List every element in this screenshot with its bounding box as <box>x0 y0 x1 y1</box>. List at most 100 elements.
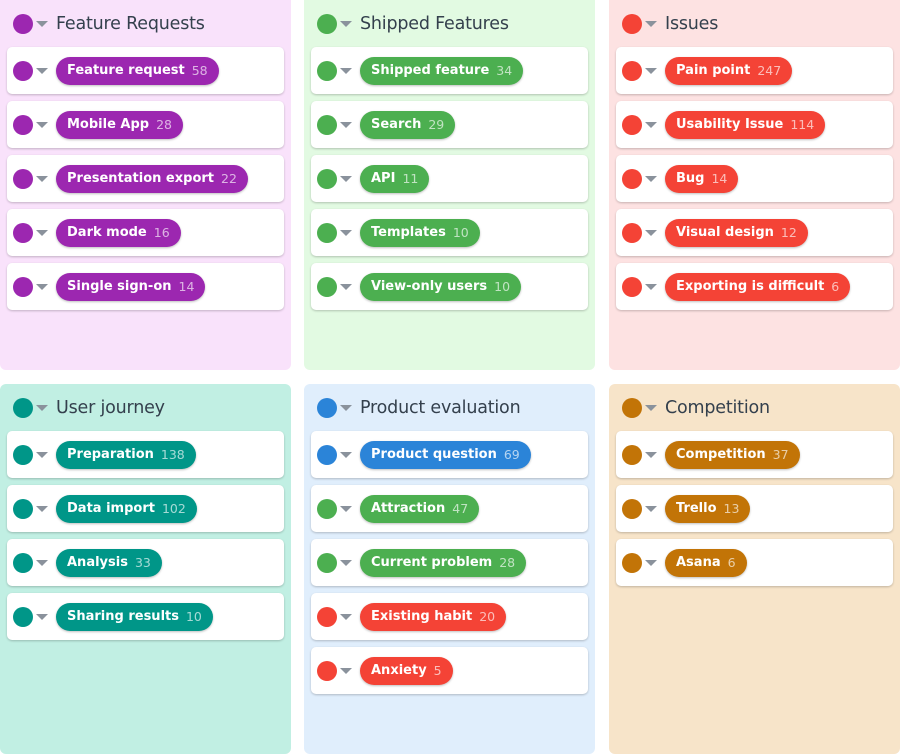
tag-card[interactable]: Analysis 33 <box>7 539 284 586</box>
tag-pill[interactable]: Presentation export 22 <box>56 164 248 193</box>
tag-card[interactable]: Usability Issue 114 <box>616 101 893 148</box>
caret-down-icon[interactable] <box>36 283 48 290</box>
tag-color-dot-icon[interactable] <box>13 552 33 573</box>
tag-pill[interactable]: Attraction 47 <box>360 494 480 523</box>
tag-pill[interactable]: Pain point 247 <box>665 56 793 85</box>
caret-down-icon[interactable] <box>340 121 352 128</box>
tag-card[interactable]: Current problem 28 <box>311 539 588 586</box>
tag-color-dot-icon[interactable] <box>622 552 642 573</box>
tag-color-dot-icon[interactable] <box>317 276 337 297</box>
group-title[interactable]: Competition <box>665 398 770 418</box>
tag-color-dot-icon[interactable] <box>622 276 642 297</box>
caret-down-icon[interactable] <box>340 175 352 182</box>
tag-card[interactable]: Preparation 138 <box>7 431 284 478</box>
tag-pill[interactable]: Trello 13 <box>665 494 751 523</box>
group-color-dot-icon[interactable] <box>622 13 642 34</box>
caret-down-icon[interactable] <box>645 505 657 512</box>
caret-down-icon[interactable] <box>36 451 48 458</box>
caret-down-icon[interactable] <box>36 404 48 411</box>
tag-pill[interactable]: Analysis 33 <box>56 548 162 577</box>
caret-down-icon[interactable] <box>340 667 352 674</box>
tag-color-dot-icon[interactable] <box>622 222 642 243</box>
tag-card[interactable]: Mobile App 28 <box>7 101 284 148</box>
tag-pill[interactable]: Product question 69 <box>360 440 531 469</box>
group-title[interactable]: Issues <box>665 14 718 34</box>
group-title[interactable]: Shipped Features <box>360 14 509 34</box>
group-title[interactable]: Feature Requests <box>56 14 205 34</box>
tag-color-dot-icon[interactable] <box>622 498 642 519</box>
tag-pill[interactable]: View-only users 10 <box>360 272 522 301</box>
caret-down-icon[interactable] <box>645 67 657 74</box>
tag-color-dot-icon[interactable] <box>622 444 642 465</box>
caret-down-icon[interactable] <box>645 229 657 236</box>
tag-card[interactable]: Dark mode 16 <box>7 209 284 256</box>
caret-down-icon[interactable] <box>36 613 48 620</box>
caret-down-icon[interactable] <box>36 505 48 512</box>
tag-card[interactable]: Exporting is difficult 6 <box>616 263 893 310</box>
tag-pill[interactable]: Templates 10 <box>360 218 480 247</box>
tag-color-dot-icon[interactable] <box>317 60 337 81</box>
tag-pill[interactable]: Anxiety 5 <box>360 656 453 685</box>
tag-pill[interactable]: API 11 <box>360 164 430 193</box>
tag-color-dot-icon[interactable] <box>13 606 33 627</box>
tag-color-dot-icon[interactable] <box>622 60 642 81</box>
tag-pill[interactable]: Dark mode 16 <box>56 218 181 247</box>
tag-card[interactable]: Anxiety 5 <box>311 647 588 694</box>
caret-down-icon[interactable] <box>645 404 657 411</box>
tag-color-dot-icon[interactable] <box>13 60 33 81</box>
tag-color-dot-icon[interactable] <box>13 114 33 135</box>
tag-color-dot-icon[interactable] <box>13 444 33 465</box>
tag-card[interactable]: Visual design 12 <box>616 209 893 256</box>
group-color-dot-icon[interactable] <box>317 13 337 34</box>
caret-down-icon[interactable] <box>340 505 352 512</box>
tag-card[interactable]: Attraction 47 <box>311 485 588 532</box>
caret-down-icon[interactable] <box>645 559 657 566</box>
tag-color-dot-icon[interactable] <box>317 168 337 189</box>
tag-pill[interactable]: Existing habit 20 <box>360 602 507 631</box>
group-color-dot-icon[interactable] <box>622 397 642 418</box>
tag-card[interactable]: View-only users 10 <box>311 263 588 310</box>
tag-card[interactable]: API 11 <box>311 155 588 202</box>
tag-pill[interactable]: Preparation 138 <box>56 440 196 469</box>
caret-down-icon[interactable] <box>645 121 657 128</box>
group-color-dot-icon[interactable] <box>13 13 33 34</box>
caret-down-icon[interactable] <box>645 451 657 458</box>
caret-down-icon[interactable] <box>340 20 352 27</box>
caret-down-icon[interactable] <box>645 175 657 182</box>
group-title[interactable]: Product evaluation <box>360 398 521 418</box>
tag-color-dot-icon[interactable] <box>13 222 33 243</box>
tag-color-dot-icon[interactable] <box>13 168 33 189</box>
tag-pill[interactable]: Bug 14 <box>665 164 739 193</box>
tag-card[interactable]: Search 29 <box>311 101 588 148</box>
tag-card[interactable]: Trello 13 <box>616 485 893 532</box>
caret-down-icon[interactable] <box>340 451 352 458</box>
tag-pill[interactable]: Visual design 12 <box>665 218 808 247</box>
caret-down-icon[interactable] <box>36 121 48 128</box>
caret-down-icon[interactable] <box>340 67 352 74</box>
tag-color-dot-icon[interactable] <box>317 444 337 465</box>
caret-down-icon[interactable] <box>340 229 352 236</box>
caret-down-icon[interactable] <box>340 283 352 290</box>
tag-color-dot-icon[interactable] <box>317 222 337 243</box>
tag-color-dot-icon[interactable] <box>622 168 642 189</box>
caret-down-icon[interactable] <box>36 67 48 74</box>
tag-card[interactable]: Data import 102 <box>7 485 284 532</box>
caret-down-icon[interactable] <box>645 20 657 27</box>
caret-down-icon[interactable] <box>645 283 657 290</box>
group-color-dot-icon[interactable] <box>13 397 33 418</box>
group-color-dot-icon[interactable] <box>317 397 337 418</box>
tag-color-dot-icon[interactable] <box>317 114 337 135</box>
tag-color-dot-icon[interactable] <box>317 552 337 573</box>
caret-down-icon[interactable] <box>36 175 48 182</box>
caret-down-icon[interactable] <box>340 559 352 566</box>
tag-color-dot-icon[interactable] <box>13 276 33 297</box>
tag-pill[interactable]: Feature request 58 <box>56 56 219 85</box>
tag-color-dot-icon[interactable] <box>317 660 337 681</box>
tag-card[interactable]: Asana 6 <box>616 539 893 586</box>
tag-pill[interactable]: Mobile App 28 <box>56 110 184 139</box>
caret-down-icon[interactable] <box>340 613 352 620</box>
tag-card[interactable]: Existing habit 20 <box>311 593 588 640</box>
tag-pill[interactable]: Usability Issue 114 <box>665 110 826 139</box>
tag-pill[interactable]: Asana 6 <box>665 548 747 577</box>
group-title[interactable]: User journey <box>56 398 165 418</box>
